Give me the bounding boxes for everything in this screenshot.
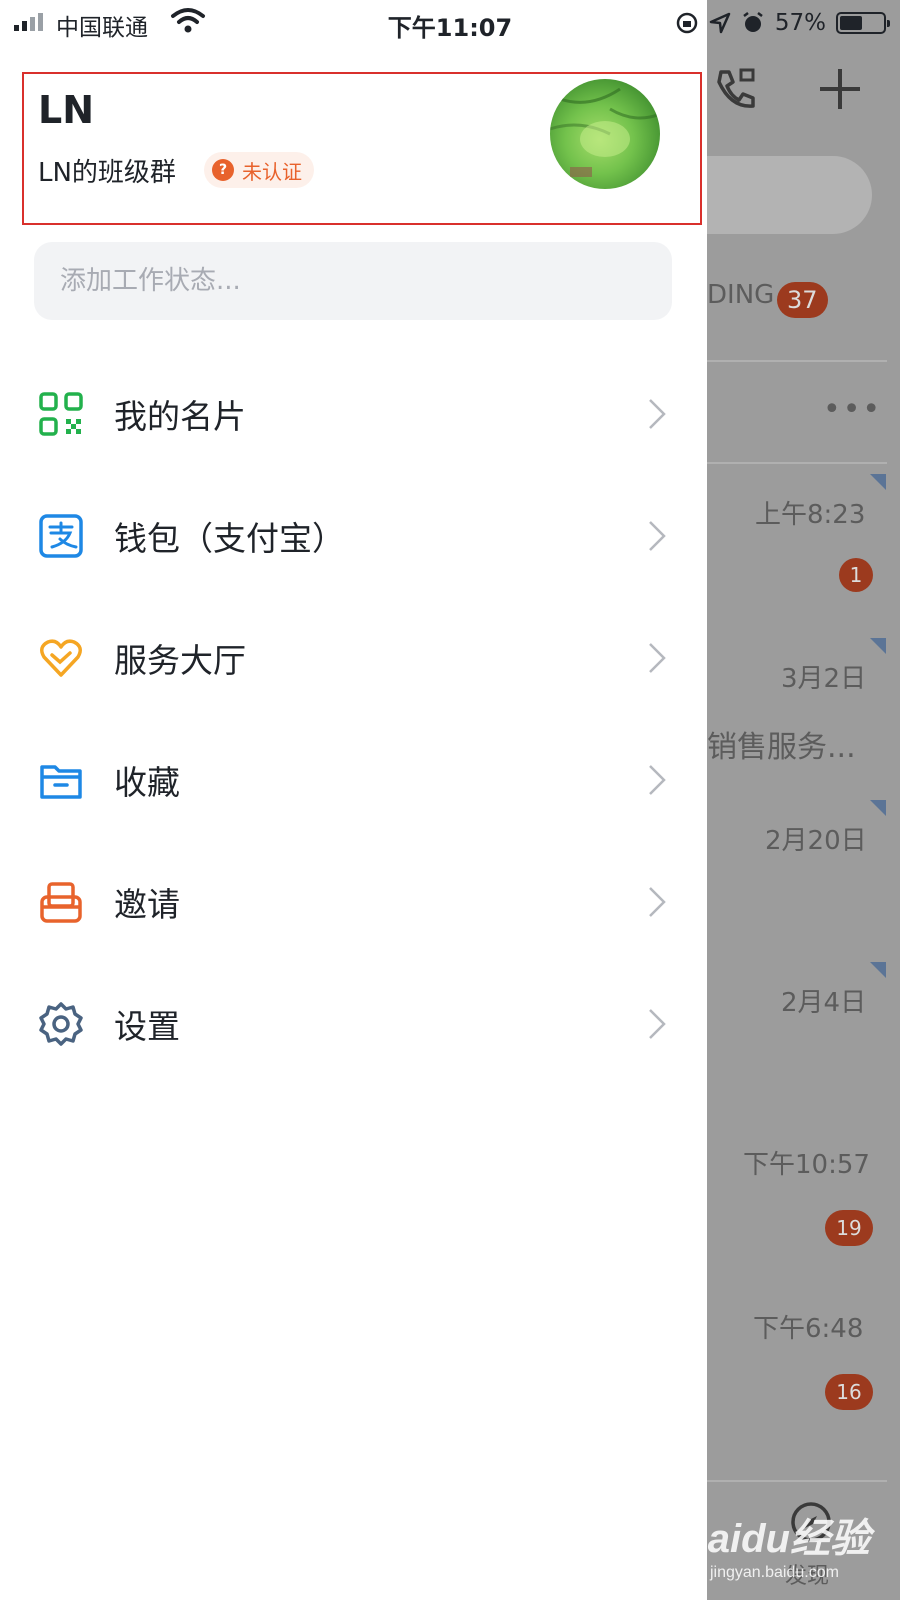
item-time: 2月4日 <box>781 988 867 1018</box>
profile-org: LN的班级群 <box>38 158 176 188</box>
chevron-right-icon <box>649 1009 666 1039</box>
menu-label: 设置 <box>114 1007 180 1046</box>
question-icon: ? <box>212 159 234 181</box>
menu-label: 钱包（支付宝） <box>114 519 345 558</box>
chevron-right-icon <box>649 399 666 429</box>
profile-card[interactable]: LN LN的班级群 ? 未认证 <box>22 72 702 225</box>
watermark-url: jingyan.baidu.com <box>709 1564 839 1581</box>
ding-label: DING <box>707 280 775 310</box>
item-time: 下午10:57 <box>743 1150 870 1180</box>
chevron-right-icon <box>649 887 666 917</box>
menu-item-invite[interactable]: 邀请 <box>0 841 707 963</box>
ding-count-badge: 37 <box>777 282 828 318</box>
corner-marker <box>870 474 886 490</box>
menu-label: 服务大厅 <box>114 641 246 680</box>
menu-label: 我的名片 <box>114 397 246 436</box>
profile-name: LN <box>38 88 95 132</box>
unread-badge: 16 <box>825 1374 873 1410</box>
menu-label: 收藏 <box>114 763 180 802</box>
work-status-input[interactable] <box>34 242 672 320</box>
cert-status-badge[interactable]: ? 未认证 <box>204 152 314 188</box>
side-drawer: LN LN的班级群 ? 未认证 我的名片 <box>0 0 707 1600</box>
background-search-bar <box>707 156 872 234</box>
battery-icon <box>836 12 890 34</box>
avatar[interactable] <box>550 79 660 189</box>
item-time: 2月20日 <box>765 826 867 856</box>
corner-marker <box>870 638 886 654</box>
background-screen[interactable]: DING 37 ••• 上午8:23 1 3月2日 销售服务... 2月20日 … <box>707 0 900 1600</box>
battery-percent: 57% <box>774 10 826 36</box>
menu-item-favorites[interactable]: 收藏 <box>0 719 707 841</box>
chevron-right-icon <box>649 765 666 795</box>
alarm-icon <box>743 12 763 32</box>
item-time: 上午8:23 <box>755 500 866 530</box>
rotation-lock-icon <box>676 12 698 34</box>
chevron-right-icon <box>649 643 666 673</box>
call-icon <box>717 68 755 108</box>
menu-item-wallet[interactable]: 钱包（支付宝） <box>0 475 707 597</box>
chevron-right-icon <box>649 521 666 551</box>
corner-marker <box>870 800 886 816</box>
item-time: 3月2日 <box>781 664 867 694</box>
watermark-logo: Baidu经验 <box>678 1517 870 1561</box>
unread-badge: 19 <box>825 1210 873 1246</box>
menu-label: 邀请 <box>114 885 180 924</box>
more-icon: ••• <box>823 392 883 427</box>
status-right: 57% <box>675 8 890 38</box>
unread-badge: 1 <box>839 558 873 592</box>
alipay-icon <box>39 514 83 558</box>
cert-status-label: 未认证 <box>242 159 302 184</box>
location-icon <box>709 12 731 34</box>
status-bar: 中国联通 下午11:07 57% <box>0 0 900 44</box>
watermark: Baidu经验 jingyan.baidu.com <box>679 1506 870 1582</box>
divider <box>707 360 887 362</box>
folder-icon <box>40 765 82 799</box>
divider <box>707 1480 887 1482</box>
qr-code-icon <box>39 392 83 436</box>
add-icon <box>820 69 860 109</box>
divider <box>707 462 887 464</box>
invite-icon <box>40 882 82 923</box>
gear-icon <box>39 1002 83 1046</box>
item-time: 下午6:48 <box>753 1314 864 1344</box>
menu-item-service-hall[interactable]: 服务大厅 <box>0 597 707 719</box>
menu-item-settings[interactable]: 设置 <box>0 963 707 1085</box>
heart-hands-icon <box>40 639 82 677</box>
battery-fill <box>840 16 863 30</box>
menu-item-my-card[interactable]: 我的名片 <box>0 353 707 475</box>
item-snippet: 销售服务... <box>707 730 856 765</box>
corner-marker <box>870 962 886 978</box>
